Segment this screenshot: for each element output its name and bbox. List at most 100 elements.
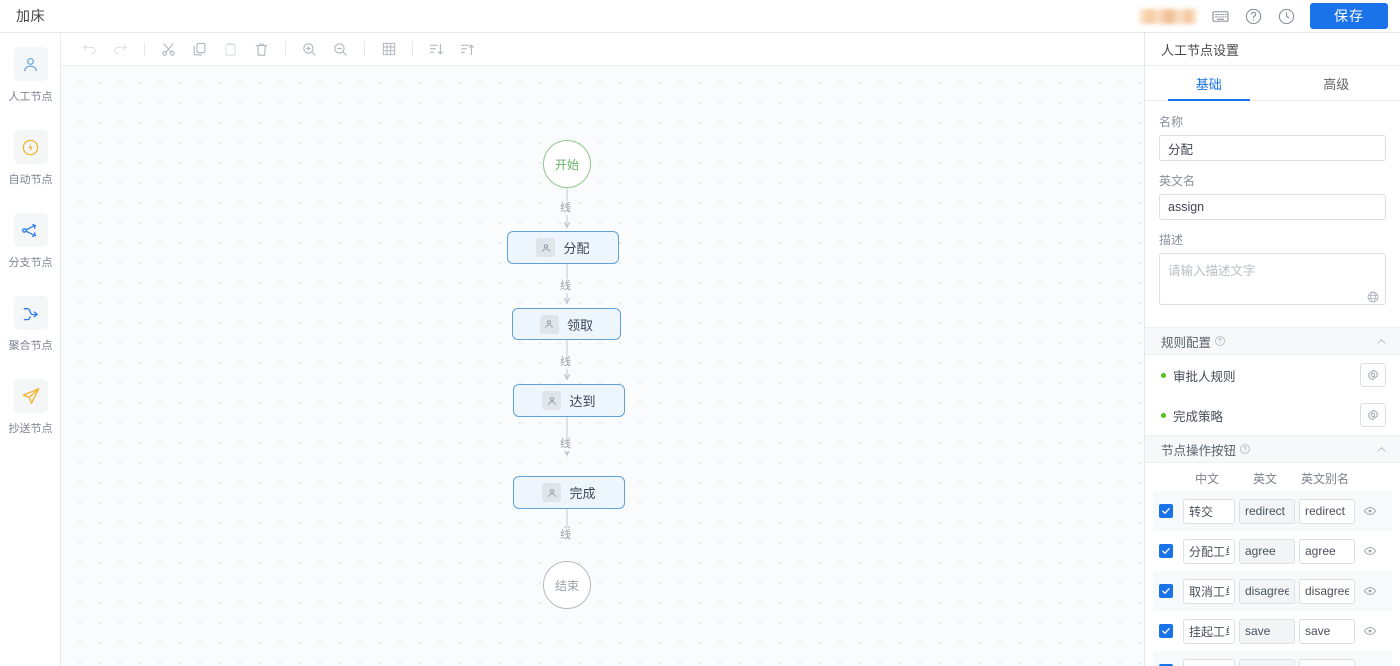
user-node-icon: [542, 483, 562, 502]
undo-icon[interactable]: [75, 37, 104, 62]
row-alias-input[interactable]: [1299, 538, 1355, 564]
flow-node-claim[interactable]: 领取: [512, 308, 621, 340]
eye-icon[interactable]: [1359, 544, 1381, 558]
app-header: 加床 保存: [0, 0, 1400, 33]
help-circle-icon[interactable]: [1244, 7, 1263, 26]
flow-node-finish[interactable]: 完成: [513, 476, 625, 509]
row-zh-input[interactable]: [1183, 538, 1235, 564]
toolbar-separator: [144, 42, 145, 56]
row-alias-input[interactable]: [1299, 498, 1355, 524]
rule-label: 审批人规则: [1173, 369, 1236, 384]
row-checkbox[interactable]: [1159, 624, 1173, 638]
table-row: [1153, 571, 1392, 611]
palette-item-branch-node[interactable]: 分支节点: [0, 213, 61, 296]
palette-item-auto-node[interactable]: 自动节点: [0, 130, 61, 213]
row-en-input[interactable]: [1239, 538, 1295, 564]
tab-advanced[interactable]: 高级: [1273, 66, 1400, 100]
column-header-alias: 英文别名: [1300, 471, 1349, 486]
rule-row-approver: 审批人规则: [1145, 355, 1400, 395]
gear-icon[interactable]: [1360, 403, 1386, 427]
globe-icon[interactable]: [1366, 290, 1380, 304]
row-checkbox[interactable]: [1159, 584, 1173, 598]
row-en-input[interactable]: [1239, 658, 1295, 666]
zoom-out-icon[interactable]: [326, 37, 355, 62]
save-button[interactable]: 保存: [1310, 3, 1388, 29]
question-circle-icon[interactable]: [1214, 335, 1226, 347]
row-en-input[interactable]: [1239, 578, 1295, 604]
edge-label-assign-claim: 线: [557, 279, 574, 293]
description-input[interactable]: [1159, 253, 1386, 305]
eye-icon[interactable]: [1359, 504, 1381, 518]
flow-edges: [61, 188, 1144, 666]
workflow-designer: 加床 保存 人工节点 自动节点 分支节点 聚合节点 抄送节点 开始 线 分配 线…: [0, 0, 1400, 666]
toolbar-separator: [412, 42, 413, 56]
redacted-user-label: [1139, 8, 1197, 24]
user-node-icon: [536, 238, 556, 257]
page-title: 加床: [16, 8, 45, 24]
flow-node-label: 达到: [569, 394, 596, 409]
palette-item-label: 分支节点: [8, 257, 53, 269]
row-zh-input[interactable]: [1183, 578, 1235, 604]
field-english-name: 英文名: [1159, 172, 1386, 220]
edge-label-arrive-finish: 线: [557, 437, 574, 451]
delete-icon[interactable]: [247, 37, 276, 62]
rules-section-header[interactable]: 规则配置: [1145, 327, 1400, 355]
flow-canvas[interactable]: 开始 线 分配 线 领取 线 达到 线 完成 线 结束: [61, 66, 1144, 666]
flow-node-arrive[interactable]: 达到: [513, 384, 625, 417]
chevron-up-icon[interactable]: [1375, 443, 1388, 456]
grid-icon[interactable]: [374, 37, 403, 62]
flow-node-end[interactable]: 结束: [543, 561, 591, 609]
name-input[interactable]: [1159, 135, 1386, 161]
lightning-node-icon: [13, 130, 48, 164]
row-en-input[interactable]: [1239, 618, 1295, 644]
copy-icon[interactable]: [185, 37, 214, 62]
tab-basic[interactable]: 基础: [1145, 66, 1273, 101]
field-label: 名称: [1159, 115, 1184, 129]
tab-label: 基础: [1195, 76, 1222, 92]
toolbar-separator: [364, 42, 365, 56]
align-up-icon[interactable]: [453, 37, 482, 62]
palette-item-label: 人工节点: [8, 91, 53, 103]
panel-title: 人工节点设置: [1145, 33, 1400, 66]
paste-icon[interactable]: [216, 37, 245, 62]
english-name-input[interactable]: [1159, 194, 1386, 220]
flow-node-assign[interactable]: 分配: [507, 231, 619, 264]
palette-item-cc-node[interactable]: 抄送节点: [0, 379, 61, 462]
eye-icon[interactable]: [1359, 584, 1381, 598]
question-circle-icon[interactable]: [1239, 443, 1251, 455]
row-alias-input[interactable]: [1299, 578, 1355, 604]
field-label: 描述: [1159, 233, 1184, 247]
branch-node-icon: [13, 213, 48, 247]
field-name: 名称: [1159, 113, 1386, 161]
row-checkbox[interactable]: [1159, 504, 1173, 518]
flow-node-label: 完成: [569, 486, 596, 501]
row-alias-input[interactable]: [1299, 658, 1355, 666]
column-header-en: 英文: [1252, 471, 1277, 486]
row-zh-input[interactable]: [1183, 498, 1235, 524]
eye-icon[interactable]: [1359, 624, 1381, 638]
tab-label: 高级: [1323, 76, 1350, 92]
row-zh-input[interactable]: [1183, 618, 1235, 644]
status-dot: [1161, 372, 1166, 378]
chevron-up-icon[interactable]: [1375, 335, 1388, 348]
row-checkbox[interactable]: [1159, 544, 1173, 558]
row-alias-input[interactable]: [1299, 618, 1355, 644]
palette-item-user-node[interactable]: 人工节点: [0, 47, 61, 130]
edge-label-claim-arrive: 线: [557, 355, 574, 369]
history-icon[interactable]: [1277, 7, 1296, 26]
table-row: [1153, 611, 1392, 651]
row-en-input[interactable]: [1239, 498, 1295, 524]
flow-node-start[interactable]: 开始: [543, 140, 591, 188]
row-zh-input[interactable]: [1183, 658, 1235, 666]
palette-item-merge-node[interactable]: 聚合节点: [0, 296, 61, 379]
cut-icon[interactable]: [154, 37, 183, 62]
zoom-in-icon[interactable]: [295, 37, 324, 62]
user-node-icon: [13, 47, 48, 81]
redo-icon[interactable]: [106, 37, 135, 62]
palette-item-label: 自动节点: [8, 174, 53, 186]
align-down-icon[interactable]: [422, 37, 451, 62]
user-node-icon: [542, 391, 562, 410]
gear-icon[interactable]: [1360, 363, 1386, 387]
keyboard-icon[interactable]: [1211, 7, 1230, 26]
buttons-section-header[interactable]: 节点操作按钮: [1145, 435, 1400, 463]
